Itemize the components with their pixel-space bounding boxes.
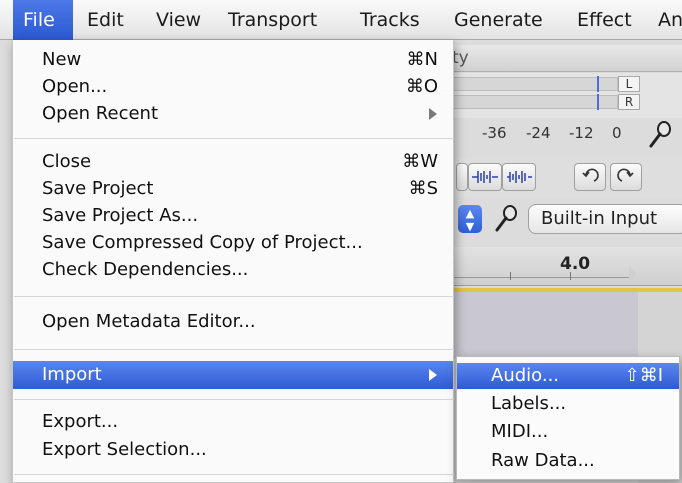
redo-icon xyxy=(617,168,634,182)
file-menu-dropdown: New ⌘N Open... ⌘O Open Recent Close ⌘W S… xyxy=(12,40,454,483)
trim-icon xyxy=(507,171,532,183)
submenu-item-raw-data[interactable]: Raw Data... xyxy=(457,448,679,474)
menu-separator xyxy=(14,296,454,297)
timeline-line xyxy=(440,277,630,278)
menu-item-label: Check Dependencies... xyxy=(42,259,249,280)
meter-marker-left xyxy=(597,76,599,92)
timeline-tick xyxy=(510,272,511,280)
menu-view[interactable]: View xyxy=(146,0,211,40)
menu-item-label: Save Compressed Copy of Project... xyxy=(42,232,363,253)
microphone-icon[interactable] xyxy=(646,120,674,150)
menu-item-save-compressed-copy[interactable]: Save Compressed Copy of Project... xyxy=(13,231,453,255)
chevron-down-icon: ▼ xyxy=(465,220,475,233)
submenu-item-midi[interactable]: MIDI... xyxy=(457,419,679,445)
meter-right-label: R xyxy=(618,94,640,110)
timeline-tick xyxy=(570,272,571,280)
menu-item-shortcut: ⌘N xyxy=(406,49,438,70)
submenu-item-label: MIDI... xyxy=(491,421,549,442)
chevron-up-icon: ▲ xyxy=(465,207,475,220)
menu-tracks[interactable]: Tracks xyxy=(350,0,430,40)
menu-item-label: Save Project xyxy=(42,178,154,199)
menu-effect[interactable]: Effect xyxy=(567,0,642,40)
submenu-item-labels[interactable]: Labels... xyxy=(457,391,679,417)
menu-analyze[interactable]: An xyxy=(648,0,682,40)
submenu-item-label: Raw Data... xyxy=(491,450,595,471)
input-device-select[interactable]: Built-in Input xyxy=(528,204,682,234)
import-submenu: Audio... ⇧⌘I Labels... MIDI... Raw Data.… xyxy=(456,356,680,480)
meter-marker-right xyxy=(597,94,599,110)
window-title-bar xyxy=(440,45,682,72)
menu-item-import[interactable]: Import xyxy=(13,361,453,389)
timeline-play-head-arrow xyxy=(629,266,637,282)
submenu-arrow-icon xyxy=(429,108,437,120)
menu-item-label: Close xyxy=(42,151,92,172)
menu-item-shortcut: ⌘W xyxy=(402,151,438,172)
meter-left-label: L xyxy=(618,76,640,92)
menu-item-save-project-as[interactable]: Save Project As... xyxy=(13,204,453,228)
submenu-item-label: Audio... xyxy=(491,365,560,386)
window-title-fragment: ty xyxy=(452,48,469,68)
trim-audio-button[interactable] xyxy=(502,163,536,191)
menu-item-label: Export Selection... xyxy=(42,439,207,460)
toolbar-button-partial[interactable] xyxy=(456,163,468,191)
timeline-label: 4.0 xyxy=(560,254,591,274)
submenu-item-shortcut: ⇧⌘I xyxy=(624,365,663,386)
menu-item-label: Export... xyxy=(42,411,119,432)
menu-item-open[interactable]: Open... ⌘O xyxy=(13,75,453,99)
redo-button[interactable] xyxy=(610,163,642,191)
menu-separator xyxy=(14,138,454,139)
track-area[interactable] xyxy=(440,292,638,358)
menu-item-label: Open Metadata Editor... xyxy=(42,311,256,332)
menu-edit[interactable]: Edit xyxy=(77,0,134,40)
menu-item-label: New xyxy=(42,49,82,70)
submenu-item-audio[interactable]: Audio... ⇧⌘I xyxy=(457,363,679,389)
menu-item-label: Open... xyxy=(42,76,108,97)
menu-item-open-recent[interactable]: Open Recent xyxy=(13,102,453,126)
submenu-arrow-icon xyxy=(429,369,437,381)
meter-scale-label: -12 xyxy=(569,124,594,142)
output-device-stepper[interactable]: ▲ ▼ xyxy=(458,205,482,233)
menu-separator xyxy=(14,349,454,350)
menu-file[interactable]: File xyxy=(13,0,73,40)
menu-item-shortcut: ⌘S xyxy=(408,178,438,199)
menu-item-new[interactable]: New ⌘N xyxy=(13,48,453,72)
undo-button[interactable] xyxy=(574,163,606,191)
undo-icon xyxy=(582,168,599,182)
menu-separator xyxy=(14,474,454,475)
menu-transport[interactable]: Transport xyxy=(218,0,327,40)
menu-item-save-project[interactable]: Save Project ⌘S xyxy=(13,177,453,201)
meter-scale-label: -36 xyxy=(482,124,507,142)
menu-item-check-dependencies[interactable]: Check Dependencies... xyxy=(13,258,453,282)
menu-item-export-selection[interactable]: Export Selection... xyxy=(13,438,453,462)
menu-item-export[interactable]: Export... xyxy=(13,410,453,434)
menu-item-label: Import xyxy=(42,364,102,385)
menu-generate[interactable]: Generate xyxy=(444,0,553,40)
meter-scale-label: 0 xyxy=(612,124,622,142)
silence-icon xyxy=(472,171,498,183)
menu-item-label: Save Project As... xyxy=(42,205,199,226)
menu-item-shortcut: ⌘O xyxy=(405,76,438,97)
meter-scale-label: -24 xyxy=(526,124,551,142)
menu-item-open-metadata-editor[interactable]: Open Metadata Editor... xyxy=(13,310,453,334)
meter-track-right[interactable] xyxy=(440,95,618,109)
silence-audio-button[interactable] xyxy=(468,163,502,191)
input-microphone-icon xyxy=(495,205,517,232)
menu-bar: File Edit View Transport Tracks Generate… xyxy=(0,0,682,40)
submenu-item-label: Labels... xyxy=(491,393,567,414)
menu-item-close[interactable]: Close ⌘W xyxy=(13,150,453,174)
meter-track-left[interactable] xyxy=(440,77,618,91)
menu-item-label: Open Recent xyxy=(42,103,159,124)
menu-separator xyxy=(14,399,454,400)
